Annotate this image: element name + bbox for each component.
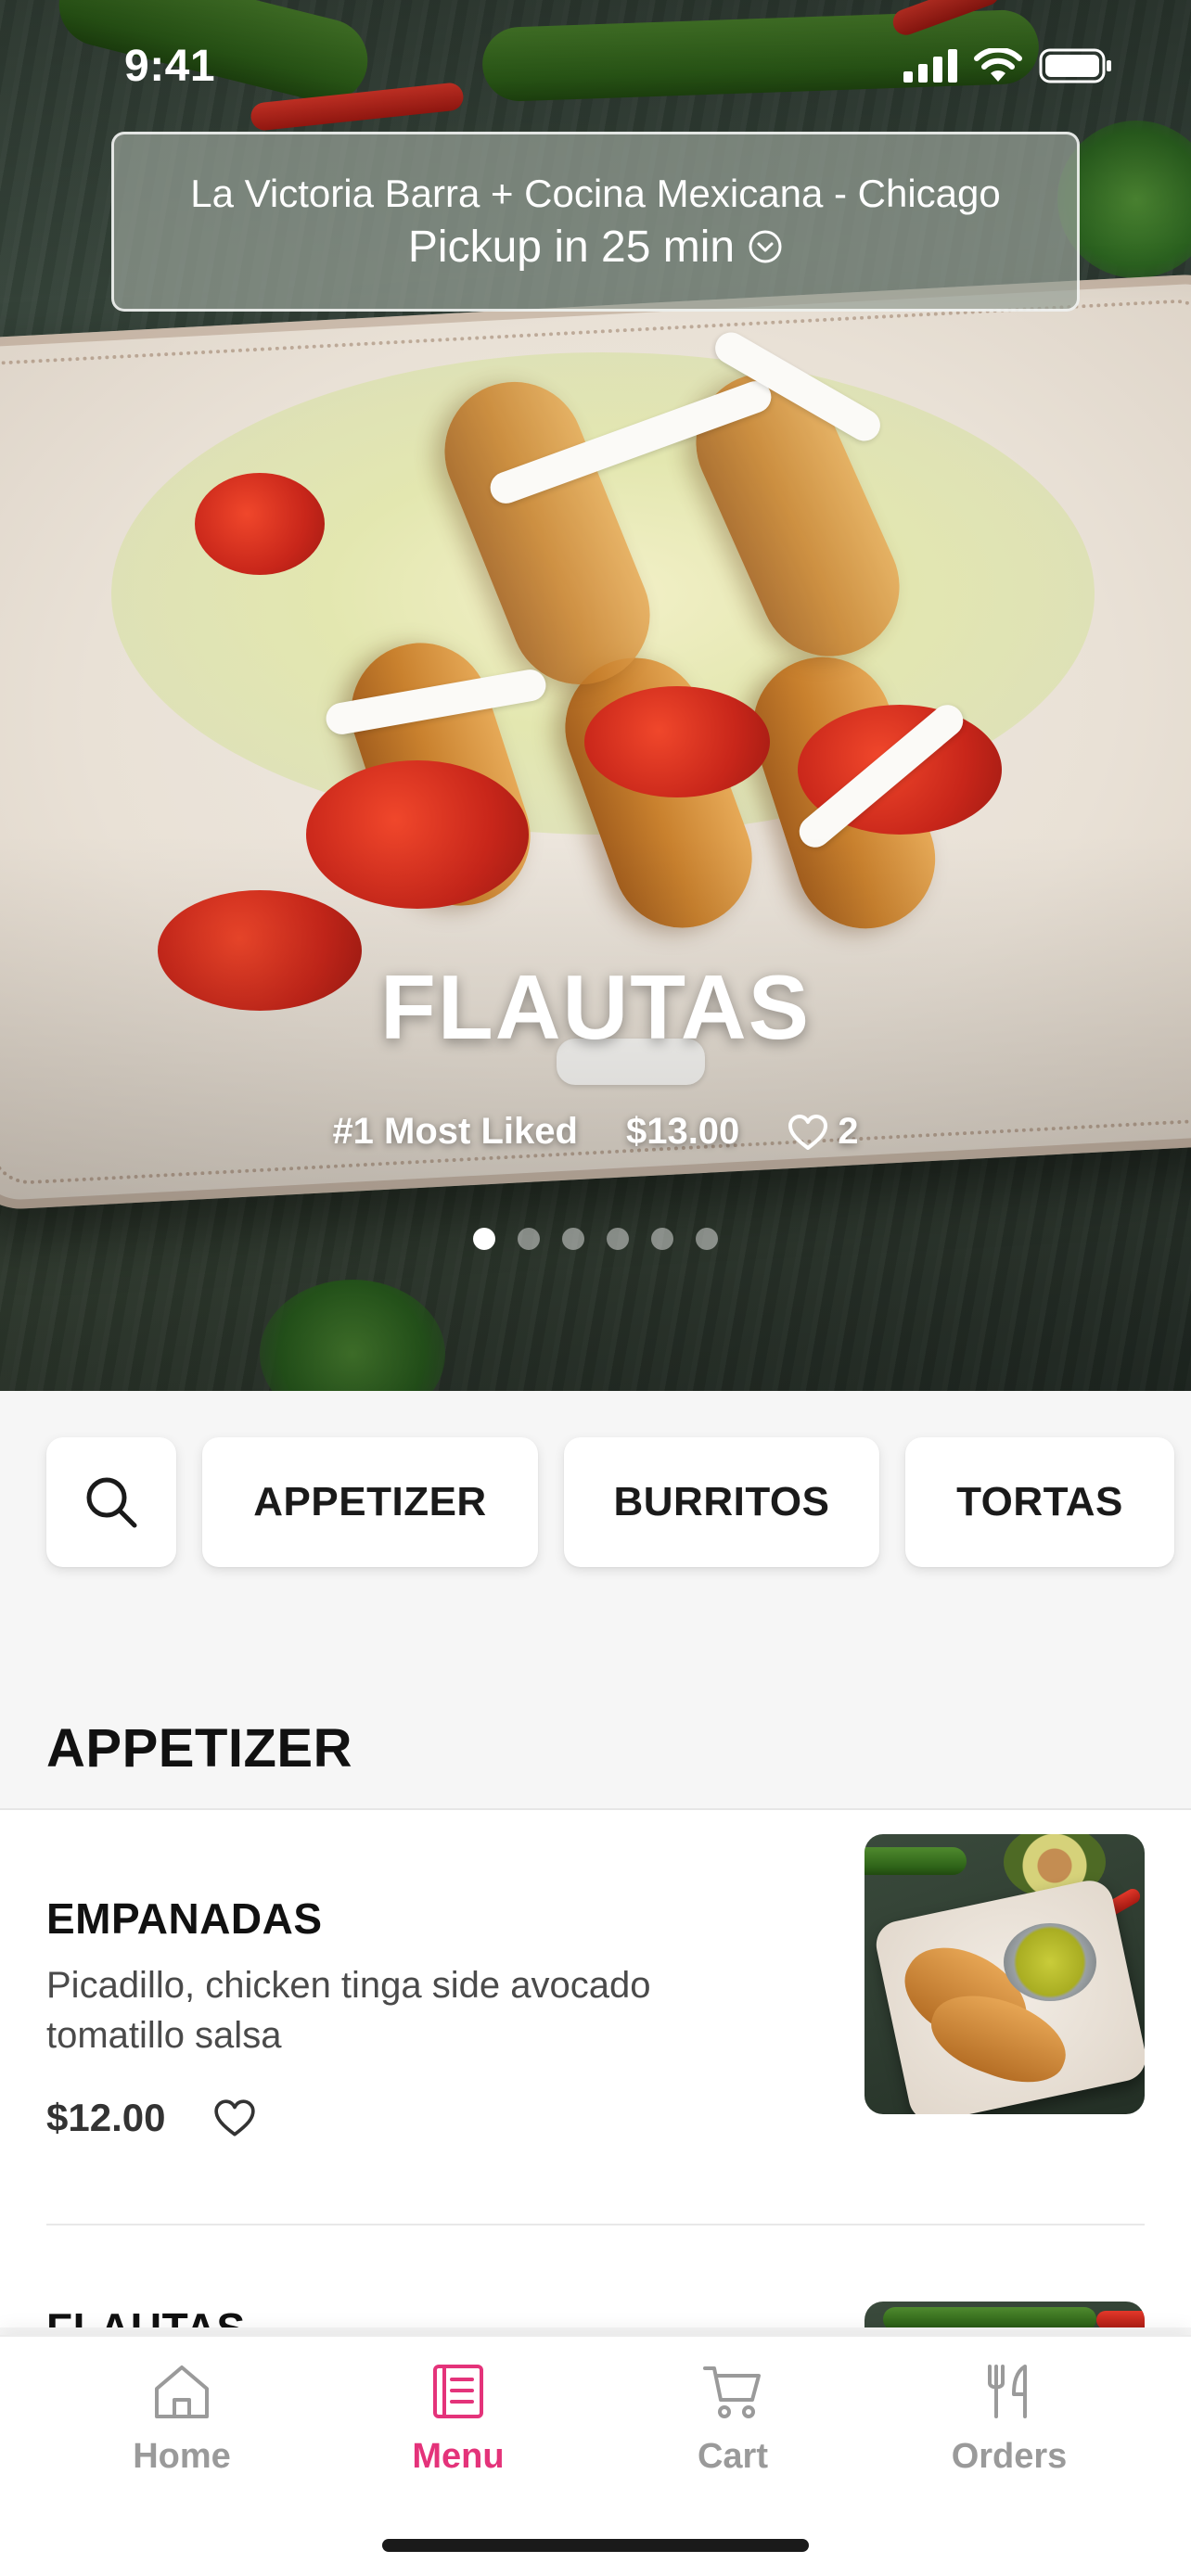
search-icon [86,1477,137,1528]
status-time: 9:41 [124,42,216,91]
carousel-dot-1[interactable] [473,1228,495,1250]
battery-icon [1039,48,1111,83]
category-chip-burritos[interactable]: BURRITOS [564,1437,879,1567]
tab-label: Orders [951,2437,1068,2476]
category-chips: APPETIZER BURRITOS TORTAS [46,1437,1174,1567]
home-indicator[interactable] [382,2539,809,2552]
search-button[interactable] [46,1437,176,1567]
heart-outline-icon[interactable] [213,2098,256,2137]
menu-list: EMPANADAS Picadillo, chicken tinga side … [0,1808,1191,2327]
store-name: La Victoria Barra + Cocina Mexicana - Ch… [190,171,1001,215]
menu-item-image [864,1834,1145,2114]
carousel-dot-5[interactable] [651,1228,673,1250]
chevron-down-circle-icon [749,230,782,263]
tab-label: Home [133,2437,231,2476]
tab-menu[interactable]: Menu [319,2363,597,2477]
pickup-time-row: Pickup in 25 min [408,222,783,273]
menu-item-price: $12.00 [46,2096,166,2139]
section-title: APPETIZER [46,1718,352,1779]
salsa-cup [1004,1923,1096,2001]
menu-item-description: Picadillo, chicken tinga side avocado to… [46,1965,651,2056]
tab-label: Menu [412,2437,505,2476]
featured-price: $13.00 [625,1111,740,1152]
category-chip-appetizer[interactable]: APPETIZER [202,1437,538,1567]
featured-item-meta: #1 Most Liked $13.00 2 [0,1111,1191,1153]
app-screen: 9:41 La Victoria Barra + Cocina Mexicana… [0,0,1191,2576]
utensils-icon [988,2365,1027,2418]
tab-cart[interactable]: Cart [594,2363,872,2477]
tab-label: Cart [697,2437,769,2476]
heart-outline-icon [788,1114,828,1150]
carousel-pagination[interactable] [0,1228,1191,1250]
featured-likes[interactable]: 2 [788,1111,859,1153]
menu-item-flautas[interactable]: FLAUTAS [46,2302,1145,2327]
featured-rank: #1 Most Liked [332,1111,578,1152]
category-chip-tortas[interactable]: TORTAS [905,1437,1174,1567]
list-divider [46,2224,1145,2225]
tab-orders[interactable]: Orders [870,2363,1148,2477]
menu-icon [433,2365,483,2418]
store-selector[interactable]: La Victoria Barra + Cocina Mexicana - Ch… [111,132,1080,312]
carousel-dot-2[interactable] [518,1228,540,1250]
featured-likes-count: 2 [838,1111,859,1152]
pickup-time: Pickup in 25 min [407,222,736,272]
cart-icon [703,2366,761,2418]
tab-home[interactable]: Home [43,2363,321,2477]
carousel-dot-3[interactable] [562,1228,584,1250]
status-icons [903,48,1113,83]
featured-item-title: FLAUTAS [380,956,811,1058]
menu-item-image [864,2302,1145,2327]
wifi-icon [974,48,1022,82]
cellular-signal-icon [903,49,957,83]
home-icon [155,2366,209,2418]
carousel-dot-4[interactable] [607,1228,629,1250]
featured-carousel[interactable]: 9:41 La Victoria Barra + Cocina Mexicana… [0,0,1191,1391]
menu-item-empanadas[interactable]: EMPANADAS Picadillo, chicken tinga side … [46,1834,1145,2140]
carousel-dot-6[interactable] [696,1228,718,1250]
status-bar: 9:41 [0,0,1191,130]
